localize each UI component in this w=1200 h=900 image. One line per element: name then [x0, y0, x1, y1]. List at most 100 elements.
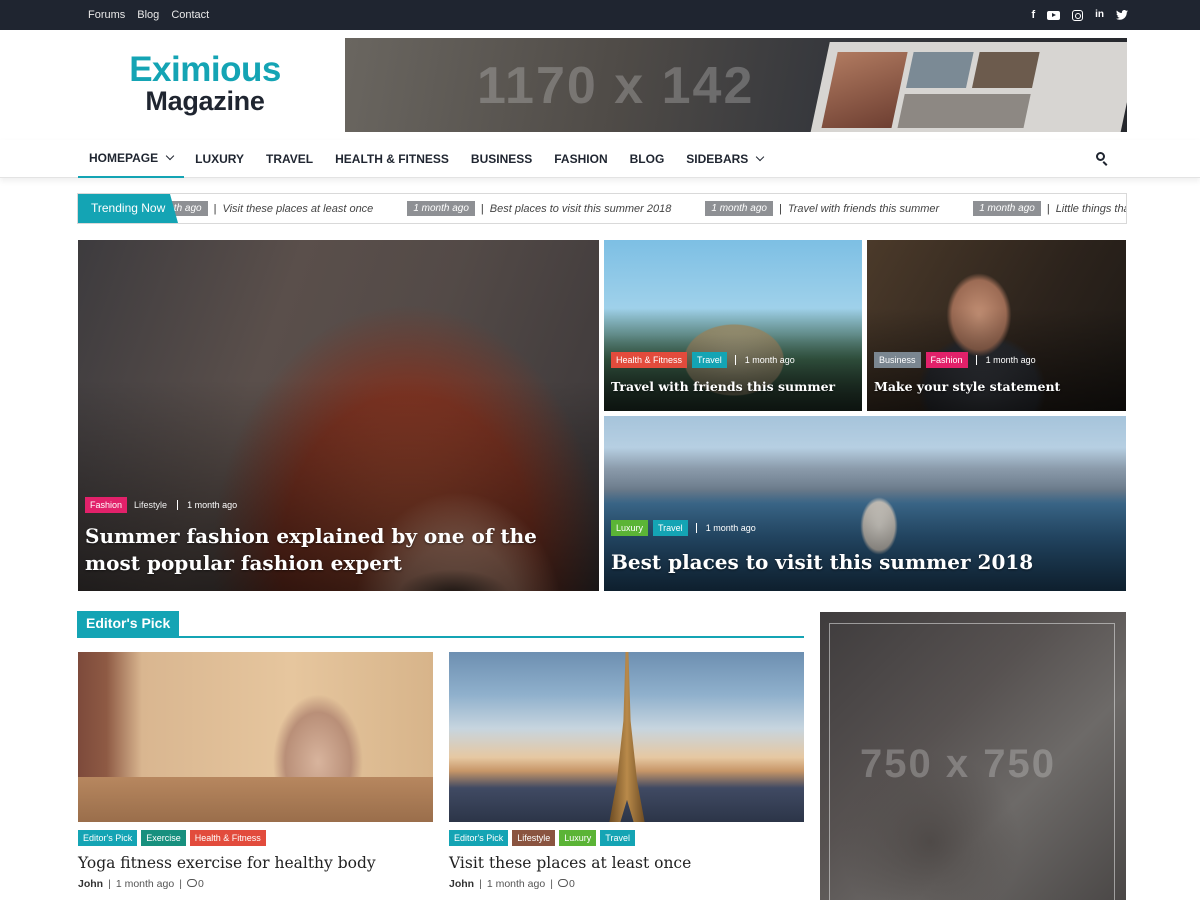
card-meta: Business Fashion 1 month ago: [874, 352, 1036, 368]
site-logo[interactable]: Eximious Magazine: [110, 52, 300, 116]
section-title: Editor's Pick: [77, 611, 180, 636]
divider: |: [479, 878, 482, 890]
nav-item-luxury[interactable]: LUXURY: [184, 140, 255, 178]
trending-link[interactable]: Little things that matter: [1056, 203, 1126, 215]
category-tag[interactable]: Travel: [653, 520, 688, 536]
comment-count[interactable]: 0: [186, 878, 204, 890]
category-tag[interactable]: Travel: [600, 830, 635, 846]
eiffel-tower-shape: [609, 652, 645, 822]
category-tag[interactable]: Editor's Pick: [78, 830, 138, 846]
social-links: f in: [1031, 0, 1128, 30]
banner-mock-image: [906, 52, 974, 88]
featured-title[interactable]: Best places to visit this summer 2018: [611, 549, 1116, 576]
post-author[interactable]: John: [78, 878, 103, 890]
instagram-icon[interactable]: [1072, 9, 1084, 21]
post-tags: Editor's Pick Lifestyle Luxury Travel: [449, 830, 635, 846]
post-image-eiffel[interactable]: [449, 652, 804, 822]
nav-item-blog[interactable]: BLOG: [619, 140, 676, 178]
category-tag[interactable]: Lifestyle: [132, 497, 169, 513]
banner-size-text: 1170 x 142: [477, 57, 755, 115]
category-tag[interactable]: Business: [874, 352, 921, 368]
sidebar-ad[interactable]: 750 x 750: [820, 612, 1126, 900]
featured-card-main[interactable]: Fashion Lifestyle 1 month ago Summer fas…: [78, 240, 599, 591]
divider: |: [480, 202, 484, 215]
divider: |: [179, 878, 182, 890]
featured-title[interactable]: Make your style statement: [874, 379, 1119, 395]
featured-card-style[interactable]: Business Fashion 1 month ago Make your s…: [867, 240, 1126, 411]
post-meta: John | 1 month ago | 0: [449, 878, 575, 890]
twitter-icon[interactable]: [1116, 10, 1128, 20]
category-tag[interactable]: Editor's Pick: [449, 830, 509, 846]
trending-time: 1 month ago: [705, 201, 773, 216]
nav-item-fashion[interactable]: FASHION: [543, 140, 618, 178]
divider: [734, 355, 736, 365]
trending-link[interactable]: Visit these places at least once: [222, 203, 373, 215]
banner-mock-image: [897, 94, 1031, 128]
facebook-icon[interactable]: f: [1031, 9, 1035, 21]
nav-item-health-fitness[interactable]: HEALTH & FITNESS: [324, 140, 460, 178]
banner-mock-image: [972, 52, 1040, 88]
category-tag[interactable]: Travel: [692, 352, 727, 368]
trending-label: Trending Now: [78, 194, 178, 223]
featured-card-travel[interactable]: Health & Fitness Travel 1 month ago Trav…: [604, 240, 862, 411]
chevron-down-icon: [756, 152, 765, 162]
category-tag[interactable]: Health & Fitness: [611, 352, 688, 368]
header-banner-ad[interactable]: 1170 x 142: [345, 38, 1127, 132]
trending-ticker: Trending Now 1 month ago | Visit these p…: [77, 193, 1127, 224]
nav-item-travel[interactable]: TRAVEL: [255, 140, 324, 178]
divider: |: [108, 878, 111, 890]
category-tag[interactable]: Fashion: [925, 352, 968, 368]
post-time: 1 month ago: [705, 523, 756, 533]
featured-title[interactable]: Summer fashion explained by one of the m…: [85, 523, 575, 577]
category-tag[interactable]: Fashion: [85, 497, 128, 513]
trending-strip: 1 month ago | Visit these places at leas…: [140, 194, 1126, 223]
comment-count[interactable]: 0: [557, 878, 575, 890]
nav-item-label: BUSINESS: [470, 152, 533, 166]
main-nav: HOMEPAGE LUXURY TRAVEL HEALTH & FITNESS …: [0, 140, 1200, 178]
nav-item-homepage[interactable]: HOMEPAGE: [78, 140, 185, 178]
nav-item-label: FASHION: [554, 152, 608, 166]
trending-time: 1 month ago: [407, 201, 475, 216]
youtube-icon[interactable]: [1047, 10, 1061, 20]
category-tag[interactable]: Exercise: [141, 830, 186, 846]
divider: [695, 523, 697, 533]
featured-title[interactable]: Travel with friends this summer: [611, 379, 856, 395]
top-link-contact[interactable]: Contact: [171, 9, 209, 21]
divider: |: [1046, 202, 1050, 215]
top-link-blog[interactable]: Blog: [137, 9, 159, 21]
post-title[interactable]: Visit these places at least once: [449, 854, 804, 872]
post-author[interactable]: John: [449, 878, 474, 890]
post-image-yoga[interactable]: [78, 652, 433, 822]
logo-line-2: Magazine: [145, 86, 265, 116]
nav-item-business[interactable]: BUSINESS: [460, 140, 543, 178]
divider: [177, 500, 179, 510]
category-tag[interactable]: Luxury: [611, 520, 649, 536]
nav-item-sidebars[interactable]: SIDEBARS: [675, 140, 774, 178]
nav-item-label: SIDEBARS: [686, 152, 749, 166]
category-tag[interactable]: Luxury: [559, 830, 597, 846]
banner-screen-mockup: [810, 42, 1127, 132]
card-meta: Health & Fitness Travel 1 month ago: [611, 352, 795, 368]
trending-link[interactable]: Best places to visit this summer 2018: [490, 203, 672, 215]
post-title[interactable]: Yoga fitness exercise for healthy body: [78, 854, 433, 872]
linkedin-icon[interactable]: in: [1095, 10, 1104, 20]
search-icon[interactable]: [1096, 152, 1108, 166]
featured-card-summer[interactable]: Luxury Travel 1 month ago Best places to…: [604, 416, 1126, 591]
card-meta: Luxury Travel 1 month ago: [611, 520, 756, 536]
post-time: 1 month ago: [985, 355, 1036, 365]
post-meta: John | 1 month ago | 0: [78, 878, 204, 890]
nav-item-label: HEALTH & FITNESS: [335, 152, 449, 166]
top-bar: Forums Blog Contact f in: [0, 0, 1200, 30]
category-tag[interactable]: Lifestyle: [512, 830, 556, 846]
post-time: 1 month ago: [486, 878, 546, 890]
comment-count-value: 0: [197, 878, 204, 890]
divider: |: [550, 878, 553, 890]
comment-count-value: 0: [568, 878, 575, 890]
chevron-down-icon: [165, 151, 175, 161]
divider: [975, 355, 977, 365]
card-meta: Fashion Lifestyle 1 month ago: [85, 497, 237, 513]
comment-icon: [186, 879, 197, 887]
trending-link[interactable]: Travel with friends this summer: [788, 203, 939, 215]
top-link-forums[interactable]: Forums: [88, 9, 125, 21]
category-tag[interactable]: Health & Fitness: [189, 830, 266, 846]
